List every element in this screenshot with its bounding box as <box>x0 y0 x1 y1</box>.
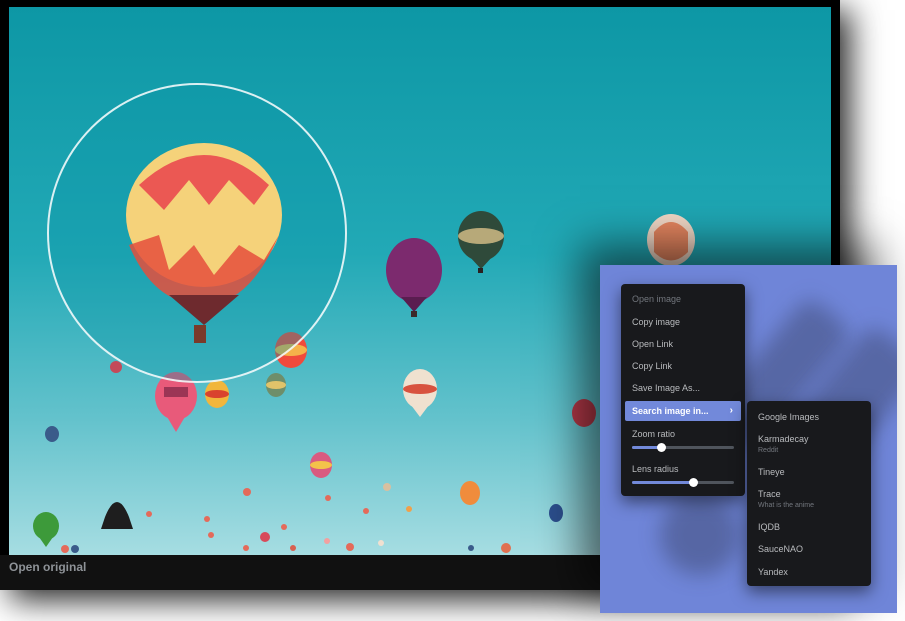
menu-item-label: Open image <box>632 294 682 304</box>
menu-item-label: Save Image As... <box>632 383 701 393</box>
balloon-blue-small <box>549 504 563 522</box>
submenu-item-hint: What is the anime <box>758 502 815 509</box>
submenu-item-google-images[interactable]: Google Images <box>758 412 819 422</box>
open-original-link[interactable]: Open original <box>9 560 86 574</box>
submenu-item-label: Yandex <box>758 567 788 577</box>
balloon-orange-white <box>647 214 695 266</box>
submenu-item-label: IQDB <box>758 522 781 532</box>
submenu-item-hint: Reddit <box>758 447 779 454</box>
balloon-green <box>33 512 59 547</box>
menu-item-label: Search image in... <box>632 406 709 416</box>
balloon-pink-mid <box>310 452 332 478</box>
balloon-darth-vader <box>101 502 133 529</box>
chevron-right-icon: › <box>729 405 733 416</box>
menu-item-copy-link[interactable]: Copy Link <box>625 356 741 376</box>
context-menu: Open image Copy image Open Link Copy Lin… <box>621 284 745 496</box>
menu-item-copy-image[interactable]: Copy image <box>625 312 741 332</box>
lens-radius-label: Lens radius <box>632 464 679 474</box>
balloon-cream <box>403 369 437 417</box>
submenu-item-yandex[interactable]: Yandex <box>758 567 788 577</box>
balloon-gray-green <box>266 373 286 397</box>
lens-radius-fill <box>632 481 694 484</box>
submenu-item-label: SauceNAO <box>758 544 804 554</box>
submenu-item-karmadecay[interactable]: Karmadecay Reddit <box>758 434 809 454</box>
magnifier-lens <box>47 83 347 383</box>
menu-item-label: Copy Link <box>632 361 673 371</box>
menu-item-open-link[interactable]: Open Link <box>625 334 741 354</box>
balloon-small-blue <box>45 426 59 442</box>
balloon-purple <box>386 238 442 317</box>
menu-item-label: Open Link <box>632 339 674 349</box>
balloon-red-right <box>572 399 596 427</box>
submenu-item-trace[interactable]: Trace What is the anime <box>758 489 814 509</box>
balloon-yellow-red <box>205 380 229 408</box>
search-image-submenu: Google Images Karmadecay Reddit Tineye T… <box>747 401 871 586</box>
menu-item-save-image-as[interactable]: Save Image As... <box>625 378 741 398</box>
lens-radius-thumb[interactable] <box>689 478 699 487</box>
magnified-balloon <box>126 143 282 343</box>
balloon-orange-mid <box>460 481 480 505</box>
zoom-ratio-label: Zoom ratio <box>632 429 676 439</box>
submenu-item-iqdb[interactable]: IQDB <box>758 522 780 532</box>
menu-item-label: Copy image <box>632 317 681 327</box>
menu-item-open-image: Open image <box>625 289 741 309</box>
submenu-item-label: Karmadecay <box>758 434 809 444</box>
zoom-ratio-slider[interactable] <box>632 443 734 452</box>
menu-item-search-image-in[interactable]: Search image in... › <box>625 401 741 421</box>
balloon-green-striped <box>458 211 504 273</box>
zoom-ratio-thumb[interactable] <box>656 443 666 452</box>
submenu-item-saucenao[interactable]: SauceNAO <box>758 544 803 554</box>
submenu-item-tineye[interactable]: Tineye <box>758 467 785 477</box>
submenu-item-label: Tineye <box>758 467 785 477</box>
lens-radius-slider[interactable] <box>632 478 734 487</box>
submenu-item-label: Trace <box>758 489 781 499</box>
submenu-item-label: Google Images <box>758 412 820 422</box>
